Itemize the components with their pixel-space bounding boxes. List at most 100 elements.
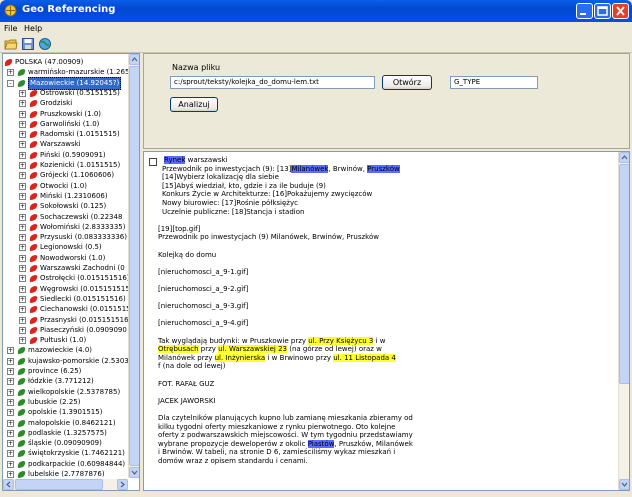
tree-scroll-right-button[interactable] xyxy=(117,479,128,490)
tree-scroll-down-button[interactable] xyxy=(129,467,139,478)
doc-scroll-up-button[interactable] xyxy=(619,152,629,163)
doc-scroll-thumb[interactable] xyxy=(619,164,629,384)
menu-bar: File Help xyxy=(0,22,632,36)
expand-icon[interactable]: + xyxy=(7,357,14,365)
map-leaf-icon xyxy=(29,192,38,200)
highlighted-text: ul. Warszawskiej 23 xyxy=(218,345,287,354)
expand-icon[interactable]: + xyxy=(19,275,26,283)
text-span: przy xyxy=(198,345,219,354)
expand-icon[interactable]: + xyxy=(19,120,26,128)
document-line: Przewodnik po inwestycjach (9) Milanówek… xyxy=(158,233,379,242)
doc-vertical-scrollbar[interactable] xyxy=(618,152,629,490)
expand-icon[interactable]: + xyxy=(19,337,26,345)
expand-icon[interactable]: + xyxy=(19,295,26,303)
expand-icon[interactable]: + xyxy=(19,162,26,169)
tree-scroll-left-button[interactable] xyxy=(3,479,14,490)
expand-icon[interactable]: + xyxy=(19,182,26,190)
expand-icon[interactable]: + xyxy=(19,244,26,252)
expand-icon[interactable]: + xyxy=(19,254,26,262)
globe-icon[interactable] xyxy=(38,37,52,51)
type-input[interactable]: G_TYPE xyxy=(450,76,538,89)
region-tree[interactable]: POLSKA (47.00909) + warmińsko-mazurskie (1… xyxy=(2,53,140,491)
app-icon xyxy=(4,4,17,17)
expand-icon[interactable]: + xyxy=(19,172,26,180)
tree-horizontal-scrollbar[interactable] xyxy=(3,479,128,490)
expand-icon[interactable]: + xyxy=(19,234,26,242)
map-leaf-icon xyxy=(17,460,26,468)
expand-icon[interactable]: + xyxy=(19,203,26,211)
chevron-up-icon xyxy=(131,57,138,62)
expand-icon[interactable]: + xyxy=(19,326,26,334)
map-leaf-icon xyxy=(29,337,38,345)
text-span: [14]Wybierz lokalizację dla siebie xyxy=(162,173,279,182)
chevron-up-icon xyxy=(621,155,628,160)
tree-scroll-thumb[interactable] xyxy=(129,66,139,466)
expand-icon[interactable]: + xyxy=(19,265,26,272)
expand-icon[interactable]: + xyxy=(19,110,26,118)
expand-icon[interactable]: + xyxy=(7,450,14,458)
tree-vertical-scrollbar[interactable] xyxy=(128,54,139,478)
expand-icon[interactable]: + xyxy=(19,131,26,139)
map-leaf-icon xyxy=(29,172,38,180)
text-span: f (na dole od lewej) xyxy=(158,362,226,371)
tree-scroll-up-button[interactable] xyxy=(129,54,139,65)
expand-icon[interactable]: + xyxy=(7,347,14,355)
doc-tree-node-box[interactable] xyxy=(149,158,157,166)
file-form-panel: Nazwa pliku c:/sprout/teksty/kolejka_do_… xyxy=(143,53,630,149)
collapse-icon[interactable]: - xyxy=(7,79,14,87)
expand-icon[interactable]: + xyxy=(19,141,26,149)
menu-file[interactable]: File xyxy=(4,24,17,33)
doc-scroll-down-button[interactable] xyxy=(619,479,629,490)
expand-icon[interactable]: + xyxy=(19,223,26,231)
expand-icon[interactable]: + xyxy=(19,213,26,221)
text-span: Przewodnik po inwestycjach (9): [13] xyxy=(162,164,292,173)
expand-icon[interactable]: + xyxy=(7,460,14,468)
highlighted-text: Milanówek xyxy=(291,164,329,173)
expand-icon[interactable]: + xyxy=(7,368,14,375)
analyze-button[interactable]: Analizuj xyxy=(170,97,218,112)
expand-icon[interactable]: + xyxy=(7,440,14,448)
expand-icon[interactable]: + xyxy=(19,306,26,314)
title-bar[interactable]: Geo Referencing xyxy=(0,0,632,22)
text-span: warszawski xyxy=(185,156,228,164)
close-icon xyxy=(616,6,625,16)
map-leaf-icon xyxy=(17,440,26,448)
expand-icon[interactable]: + xyxy=(19,100,26,108)
expand-icon[interactable]: + xyxy=(7,409,14,417)
expand-icon[interactable]: + xyxy=(7,69,14,77)
map-leaf-icon xyxy=(29,244,38,252)
text-span: (na górze od lewej) oraz w xyxy=(286,345,382,354)
expand-icon[interactable]: + xyxy=(19,316,26,324)
map-leaf-icon xyxy=(17,378,26,386)
expand-icon[interactable]: + xyxy=(7,471,14,478)
map-leaf-icon xyxy=(29,234,38,242)
open-folder-icon[interactable] xyxy=(4,37,18,51)
map-leaf-icon xyxy=(29,285,38,293)
chevron-right-icon xyxy=(120,481,125,488)
tree-hscroll-thumb[interactable] xyxy=(15,479,103,490)
menu-help[interactable]: Help xyxy=(24,24,42,33)
text-span: , Brwinów, xyxy=(328,164,368,173)
expand-icon[interactable]: + xyxy=(19,192,26,200)
document-text-pane[interactable]: Rynek warszawski Przewodnik po inwestycja… xyxy=(143,151,630,491)
expand-icon[interactable]: + xyxy=(19,285,26,293)
map-leaf-icon xyxy=(29,182,38,190)
expand-icon[interactable]: + xyxy=(7,388,14,396)
expand-icon[interactable]: + xyxy=(19,89,26,97)
map-leaf-icon xyxy=(4,59,13,66)
save-icon[interactable] xyxy=(21,37,35,51)
text-span: Dla czytelników planujących kupno lub za… xyxy=(158,414,413,422)
expand-icon[interactable]: + xyxy=(7,429,14,437)
minimize-button[interactable] xyxy=(576,3,593,19)
open-button[interactable]: Otwórz xyxy=(382,75,432,90)
expand-icon[interactable]: + xyxy=(7,419,14,427)
maximize-button[interactable] xyxy=(594,3,611,19)
close-button[interactable] xyxy=(612,3,629,19)
file-path-input[interactable]: c:/sprout/teksty/kolejka_do_domu-lem.txt xyxy=(170,76,375,89)
expand-icon[interactable]: + xyxy=(19,151,26,159)
map-leaf-icon xyxy=(29,316,38,324)
expand-icon[interactable]: + xyxy=(7,378,14,386)
text-span: Tak wyglądają budynki: w Pruszkowie przy xyxy=(158,336,309,345)
expand-icon[interactable]: + xyxy=(7,398,14,406)
map-leaf-icon xyxy=(29,265,38,272)
